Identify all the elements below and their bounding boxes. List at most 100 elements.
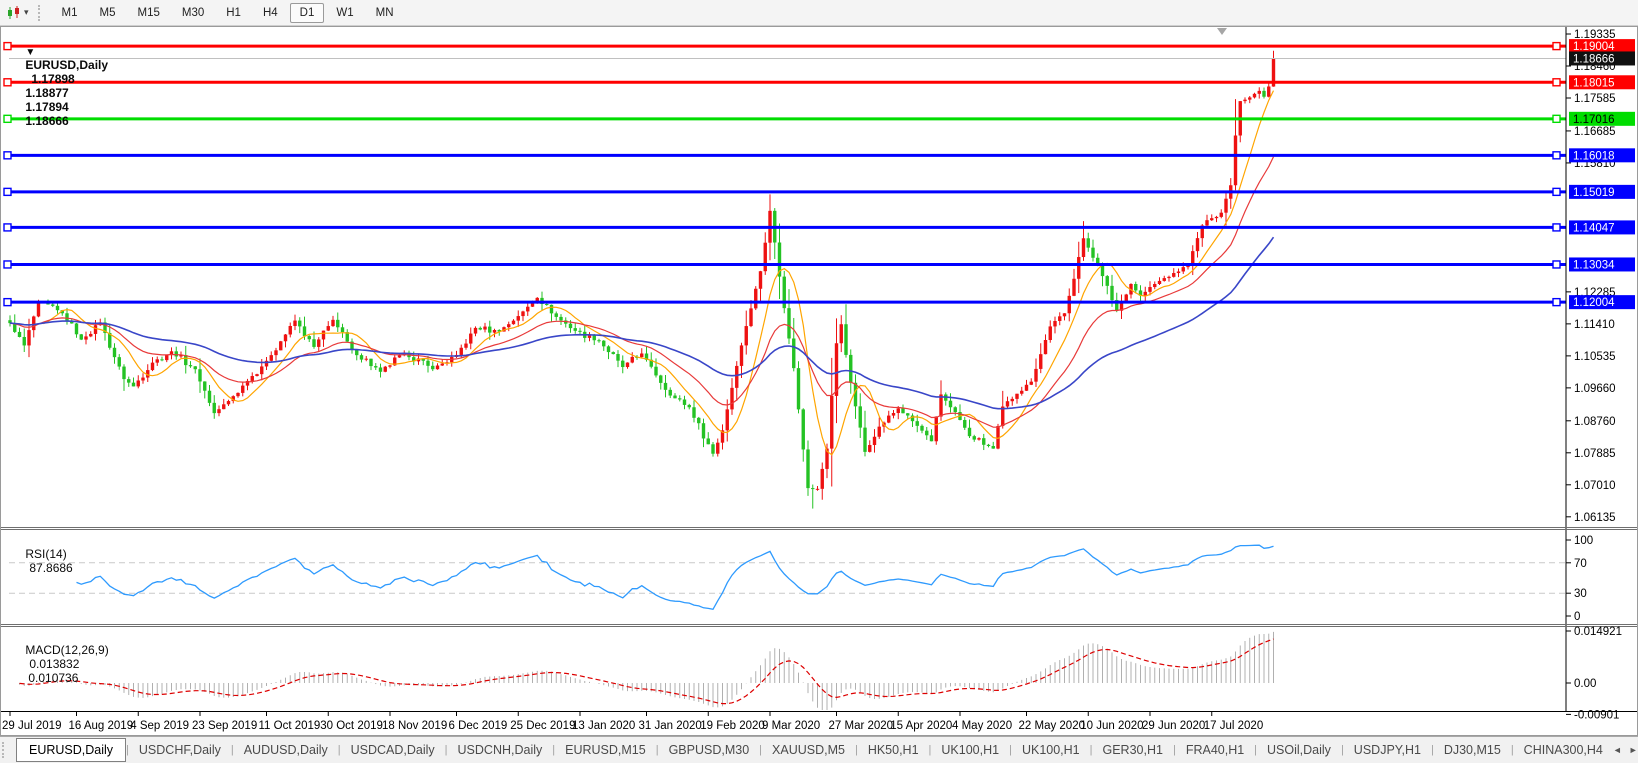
horizontal-levels-layer <box>4 43 1566 306</box>
hline-handle[interactable] <box>4 152 11 159</box>
tab-gbpusd-m30[interactable]: GBPUSD,M30 <box>659 738 760 762</box>
tab-usdcnh-daily[interactable]: USDCNH,Daily <box>448 738 553 762</box>
candle-up <box>1167 277 1170 278</box>
hline-handle[interactable] <box>4 43 11 50</box>
candle-down <box>863 428 866 452</box>
chart-type-dropdown-icon[interactable]: ▾ <box>24 7 29 18</box>
candle-down <box>688 405 691 407</box>
toolbar-grip[interactable] <box>38 5 43 21</box>
hline-price-badge-label: 1.12004 <box>1573 297 1615 309</box>
chart-title-close: 1.18666 <box>25 114 68 128</box>
hline-handle[interactable] <box>1553 43 1560 50</box>
candle-down <box>987 445 990 446</box>
date-tick-label: 11 Oct 2019 <box>259 720 321 732</box>
date-tick-label: 19 Feb 2020 <box>700 720 765 732</box>
chart-shift-marker[interactable] <box>1217 28 1227 35</box>
timeframe-button-m15[interactable]: M15 <box>128 3 170 23</box>
candle-down <box>569 324 572 328</box>
candle-down <box>949 401 952 408</box>
candle-up <box>464 344 467 348</box>
candle-down <box>360 355 363 359</box>
timeframe-button-m5[interactable]: M5 <box>90 3 126 23</box>
timeframe-button-w1[interactable]: W1 <box>326 3 363 23</box>
tab-uk100-h1[interactable]: UK100,H1 <box>931 738 1009 762</box>
hline-handle[interactable] <box>1553 299 1560 306</box>
hline-handle[interactable] <box>1553 115 1560 122</box>
candle-down <box>849 355 852 383</box>
hline-handle[interactable] <box>4 115 11 122</box>
hline-handle[interactable] <box>1553 152 1560 159</box>
candle-up <box>327 326 330 331</box>
hline-handle[interactable] <box>1553 261 1560 268</box>
tab-usdchf-daily[interactable]: USDCHF,Daily <box>129 738 231 762</box>
candle-up <box>749 308 752 326</box>
tab-usoil-daily[interactable]: USOil,Daily <box>1257 738 1341 762</box>
tab-nav-left-icon[interactable]: ◄ <box>1613 745 1622 755</box>
candle-down <box>1087 238 1090 247</box>
tab-eurusd-m15[interactable]: EURUSD,M15 <box>555 738 656 762</box>
hline-handle[interactable] <box>4 79 11 86</box>
rsi-value: 87.8686 <box>29 561 72 575</box>
chart-title-low: 1.17894 <box>25 100 68 114</box>
tab-nav-right-icon[interactable]: ► <box>1629 745 1638 755</box>
candle-up <box>1267 86 1270 96</box>
candle-down <box>426 361 429 366</box>
rsi-tick-label: 30 <box>1574 588 1587 600</box>
hline-handle[interactable] <box>1553 224 1560 231</box>
candle-up <box>759 271 762 289</box>
tab-uk100-h1[interactable]: UK100,H1 <box>1012 738 1090 762</box>
tab-fra40-h1[interactable]: FRA40,H1 <box>1176 738 1254 762</box>
candle-up <box>474 328 477 334</box>
hline-price-badge-label: 1.16018 <box>1573 150 1615 162</box>
candle-down <box>901 408 904 413</box>
timeframe-button-m1[interactable]: M1 <box>52 3 88 23</box>
tab-ger30-h1[interactable]: GER30,H1 <box>1093 738 1173 762</box>
date-tick-label: 29 Jul 2019 <box>2 720 61 732</box>
candle-down <box>175 351 178 356</box>
hline-handle[interactable] <box>1553 188 1560 195</box>
tab-hk50-h1[interactable]: HK50,H1 <box>858 738 929 762</box>
candle-up <box>141 378 144 381</box>
timeframe-button-mn[interactable]: MN <box>366 3 404 23</box>
candle-down <box>336 320 339 327</box>
candle-up <box>521 311 524 316</box>
tab-eurusd-daily[interactable]: EURUSD,Daily <box>16 738 126 762</box>
tab-dj30-m15[interactable]: DJ30,M15 <box>1434 738 1511 762</box>
tab-usdcad-daily[interactable]: USDCAD,Daily <box>341 738 445 762</box>
timeframe-button-m30[interactable]: M30 <box>172 3 214 23</box>
candle-down <box>1262 91 1265 97</box>
chart-canvas[interactable]: 1.193351.184601.175851.166851.158101.122… <box>0 26 1638 736</box>
chart-dropdown-icon[interactable]: ▼ <box>25 47 35 58</box>
candle-down <box>208 391 211 403</box>
hline-handle[interactable] <box>1553 79 1560 86</box>
candle-up <box>1148 287 1151 292</box>
candle-up <box>1030 382 1033 385</box>
hline-price-badge-label: 1.19004 <box>1573 41 1615 53</box>
candle-down <box>1091 248 1094 258</box>
candle-up <box>293 321 296 326</box>
candle-down <box>792 338 795 368</box>
hline-price-badge-label: 1.15019 <box>1573 187 1615 199</box>
timeframe-button-h1[interactable]: H1 <box>216 3 251 23</box>
tab-china300-h4[interactable]: CHINA300,H4 <box>1514 738 1613 762</box>
tabbar-grip[interactable] <box>2 742 4 758</box>
hline-handle[interactable] <box>4 188 11 195</box>
hline-handle[interactable] <box>4 299 11 306</box>
candle-up <box>935 417 938 442</box>
candle-up <box>887 416 890 423</box>
hline-handle[interactable] <box>4 224 11 231</box>
candle-up <box>631 357 634 363</box>
timeframe-button-h4[interactable]: H4 <box>253 3 288 23</box>
candle-up <box>388 365 391 366</box>
timeframe-button-d1[interactable]: D1 <box>290 3 325 23</box>
tab-xauusd-m5[interactable]: XAUUSD,M5 <box>762 738 855 762</box>
chart-type-button[interactable]: ▾ <box>3 4 32 22</box>
tab-usdjpy-h1[interactable]: USDJPY,H1 <box>1344 738 1431 762</box>
hline-handle[interactable] <box>4 261 11 268</box>
date-tick-label: 25 Dec 2019 <box>510 720 575 732</box>
candle-down <box>916 421 919 426</box>
date-tick-label: 9 Mar 2020 <box>762 720 820 732</box>
candle-down <box>616 354 619 361</box>
macd-tick-label: -0.00901 <box>1574 709 1619 721</box>
tab-audusd-daily[interactable]: AUDUSD,Daily <box>234 738 338 762</box>
